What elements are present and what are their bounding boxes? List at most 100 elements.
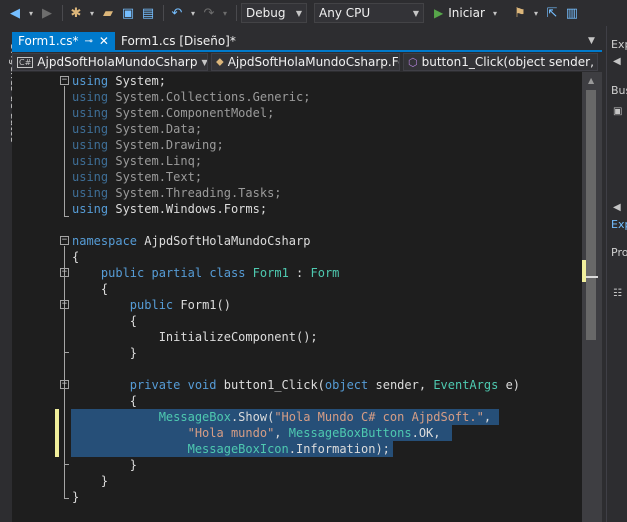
code-line: private void button1_Click(object sender… [72, 377, 520, 393]
code-token: partial [151, 266, 203, 280]
code-token: System.ComponentModel; [115, 106, 275, 120]
fold-guide [64, 246, 65, 498]
right-tool-panel: Exp ◀ Bus ▣ ◀ Exp Prop ☷ [606, 26, 627, 522]
properties-title[interactable]: Prop [611, 246, 627, 259]
code-token: System.Text; [115, 170, 203, 184]
type-select[interactable]: ⬥ AjpdSoftHolaMundoCsharp.Form ▼ [211, 53, 400, 71]
code-token: using [72, 106, 109, 120]
chevron-down-icon: ▼ [412, 8, 419, 18]
code-token: using [72, 154, 109, 168]
browse-icon[interactable]: ⇱ [543, 4, 561, 22]
code-token: using [72, 170, 109, 184]
forward-icon[interactable]: ▶ [38, 4, 56, 22]
fold-guide-end [64, 498, 69, 499]
code-token: , [274, 426, 282, 440]
code-token: using [72, 138, 109, 152]
save-all-icon[interactable]: ▤ [139, 4, 157, 22]
code-token: } [72, 490, 80, 504]
code-line: using System.Windows.Forms; [72, 201, 267, 217]
code-token: public [129, 298, 174, 312]
editor-vertical-scrollbar[interactable]: ▲ [582, 72, 602, 522]
collapse-icon[interactable]: − [60, 236, 69, 245]
tab-form1-design[interactable]: Form1.cs [Diseño]* [115, 32, 242, 50]
solution-explorer-title[interactable]: Exp [611, 38, 627, 51]
save-icon[interactable]: ▣ [119, 4, 137, 22]
code-token: using [72, 202, 109, 216]
code-token: { [72, 250, 80, 264]
project-value: AjpdSoftHolaMundoCsharp [37, 55, 198, 69]
main-toolbar: ◀ ▾ ▶ ✱ ▾ ▰ ▣ ▤ ↶ ▾ ↷ ▾ Debug ▼ Any CPU … [0, 0, 627, 26]
code-token: "Hola mundo" [187, 426, 275, 440]
pin-icon[interactable]: ⊸ [85, 36, 93, 47]
redo-icon[interactable]: ↷ [200, 4, 218, 22]
csharp-project-icon: C# [17, 56, 34, 68]
scrollbar-thumb[interactable] [586, 90, 596, 340]
code-token: InitializeComponent(); [158, 330, 318, 344]
code-line: } [72, 489, 79, 505]
back-icon[interactable]: ◀ [6, 4, 24, 22]
collapse-icon[interactable]: − [60, 300, 69, 309]
code-token: Form1 [252, 266, 289, 280]
code-line: MessageBox.Show("Hola Mundo C# con AjpdS… [72, 409, 491, 425]
collapse-icon[interactable]: − [60, 380, 69, 389]
solution-icon[interactable]: ▥ [563, 4, 581, 22]
redo-dropdown-icon[interactable]: ▾ [220, 4, 230, 22]
start-button[interactable]: ▶ Iniciar ▾ [430, 3, 501, 23]
code-token: namespace [72, 234, 138, 248]
code-token: private [129, 378, 181, 392]
categorized-icon[interactable]: ☷ [613, 288, 622, 299]
code-token: MessageBoxIcon [187, 442, 289, 456]
code-token: void [187, 378, 217, 392]
new-project-icon[interactable]: ✱ [67, 4, 85, 22]
code-line: public Form1() [72, 297, 231, 313]
indicator-margin [12, 72, 34, 522]
code-token: , [483, 410, 492, 424]
search-solution-field[interactable]: Bus [611, 84, 627, 97]
project-select[interactable]: C# AjpdSoftHolaMundoCsharp ▼ [12, 53, 208, 71]
attach-process-icon[interactable]: ⚑ [511, 4, 529, 22]
code-editor[interactable]: − − − − − using System; using System.Col… [12, 72, 582, 522]
back-icon[interactable]: ◀ [613, 56, 621, 67]
collapse-icon[interactable]: − [60, 268, 69, 277]
member-select[interactable]: ⬡ button1_Click(object sender, Eve [403, 53, 598, 71]
code-token: System.Linq; [115, 154, 203, 168]
start-label: Iniciar [448, 6, 485, 20]
solution-explorer-tab[interactable]: Exp [611, 218, 627, 231]
chevron-down-icon[interactable]: ▾ [493, 9, 497, 18]
code-token: using [72, 122, 109, 136]
document-tabs: Form1.cs* ⊸ ✕ Form1.cs [Diseño]* [12, 32, 602, 52]
code-token: } [100, 474, 109, 488]
tab-overflow-icon[interactable]: ▼ [588, 36, 595, 46]
fold-guide-end [64, 216, 69, 217]
code-token: sender, [375, 378, 427, 392]
undo-icon[interactable]: ↶ [168, 4, 186, 22]
code-line: namespace AjpdSoftHolaMundoCsharp [72, 233, 310, 249]
undo-dropdown-icon[interactable]: ▾ [188, 4, 198, 22]
code-line: using System.Linq; [72, 153, 202, 169]
code-token: { [100, 282, 109, 296]
scroll-up-icon[interactable]: ▲ [588, 76, 594, 85]
tab-label: Form1.cs* [18, 34, 79, 48]
new-project-dropdown-icon[interactable]: ▾ [87, 4, 97, 22]
fold-guide-end [64, 464, 69, 465]
code-line: InitializeComponent(); [72, 329, 318, 345]
back-dropdown-icon[interactable]: ▾ [26, 4, 36, 22]
change-marker [582, 260, 586, 282]
type-value: AjpdSoftHolaMundoCsharp.Form [227, 55, 399, 69]
member-value: button1_Click(object sender, Eve [421, 55, 597, 69]
platform-select[interactable]: Any CPU ▼ [314, 3, 424, 23]
close-icon[interactable]: ✕ [99, 34, 109, 48]
code-line: MessageBoxIcon.Information); [72, 441, 390, 457]
attach-dropdown-icon[interactable]: ▾ [531, 4, 541, 22]
collapse-arrow-icon[interactable]: ◀ [613, 202, 621, 213]
code-token: e) [505, 378, 521, 392]
collapse-icon[interactable]: − [60, 76, 69, 85]
code-line: { [72, 249, 79, 265]
code-token: EventArgs [433, 378, 499, 392]
code-line: { [72, 393, 137, 409]
code-token: System.Threading.Tasks; [115, 186, 282, 200]
configuration-select[interactable]: Debug ▼ [241, 3, 307, 23]
configuration-value: Debug [246, 6, 286, 20]
tab-form1-cs[interactable]: Form1.cs* ⊸ ✕ [12, 32, 115, 50]
open-file-icon[interactable]: ▰ [99, 4, 117, 22]
